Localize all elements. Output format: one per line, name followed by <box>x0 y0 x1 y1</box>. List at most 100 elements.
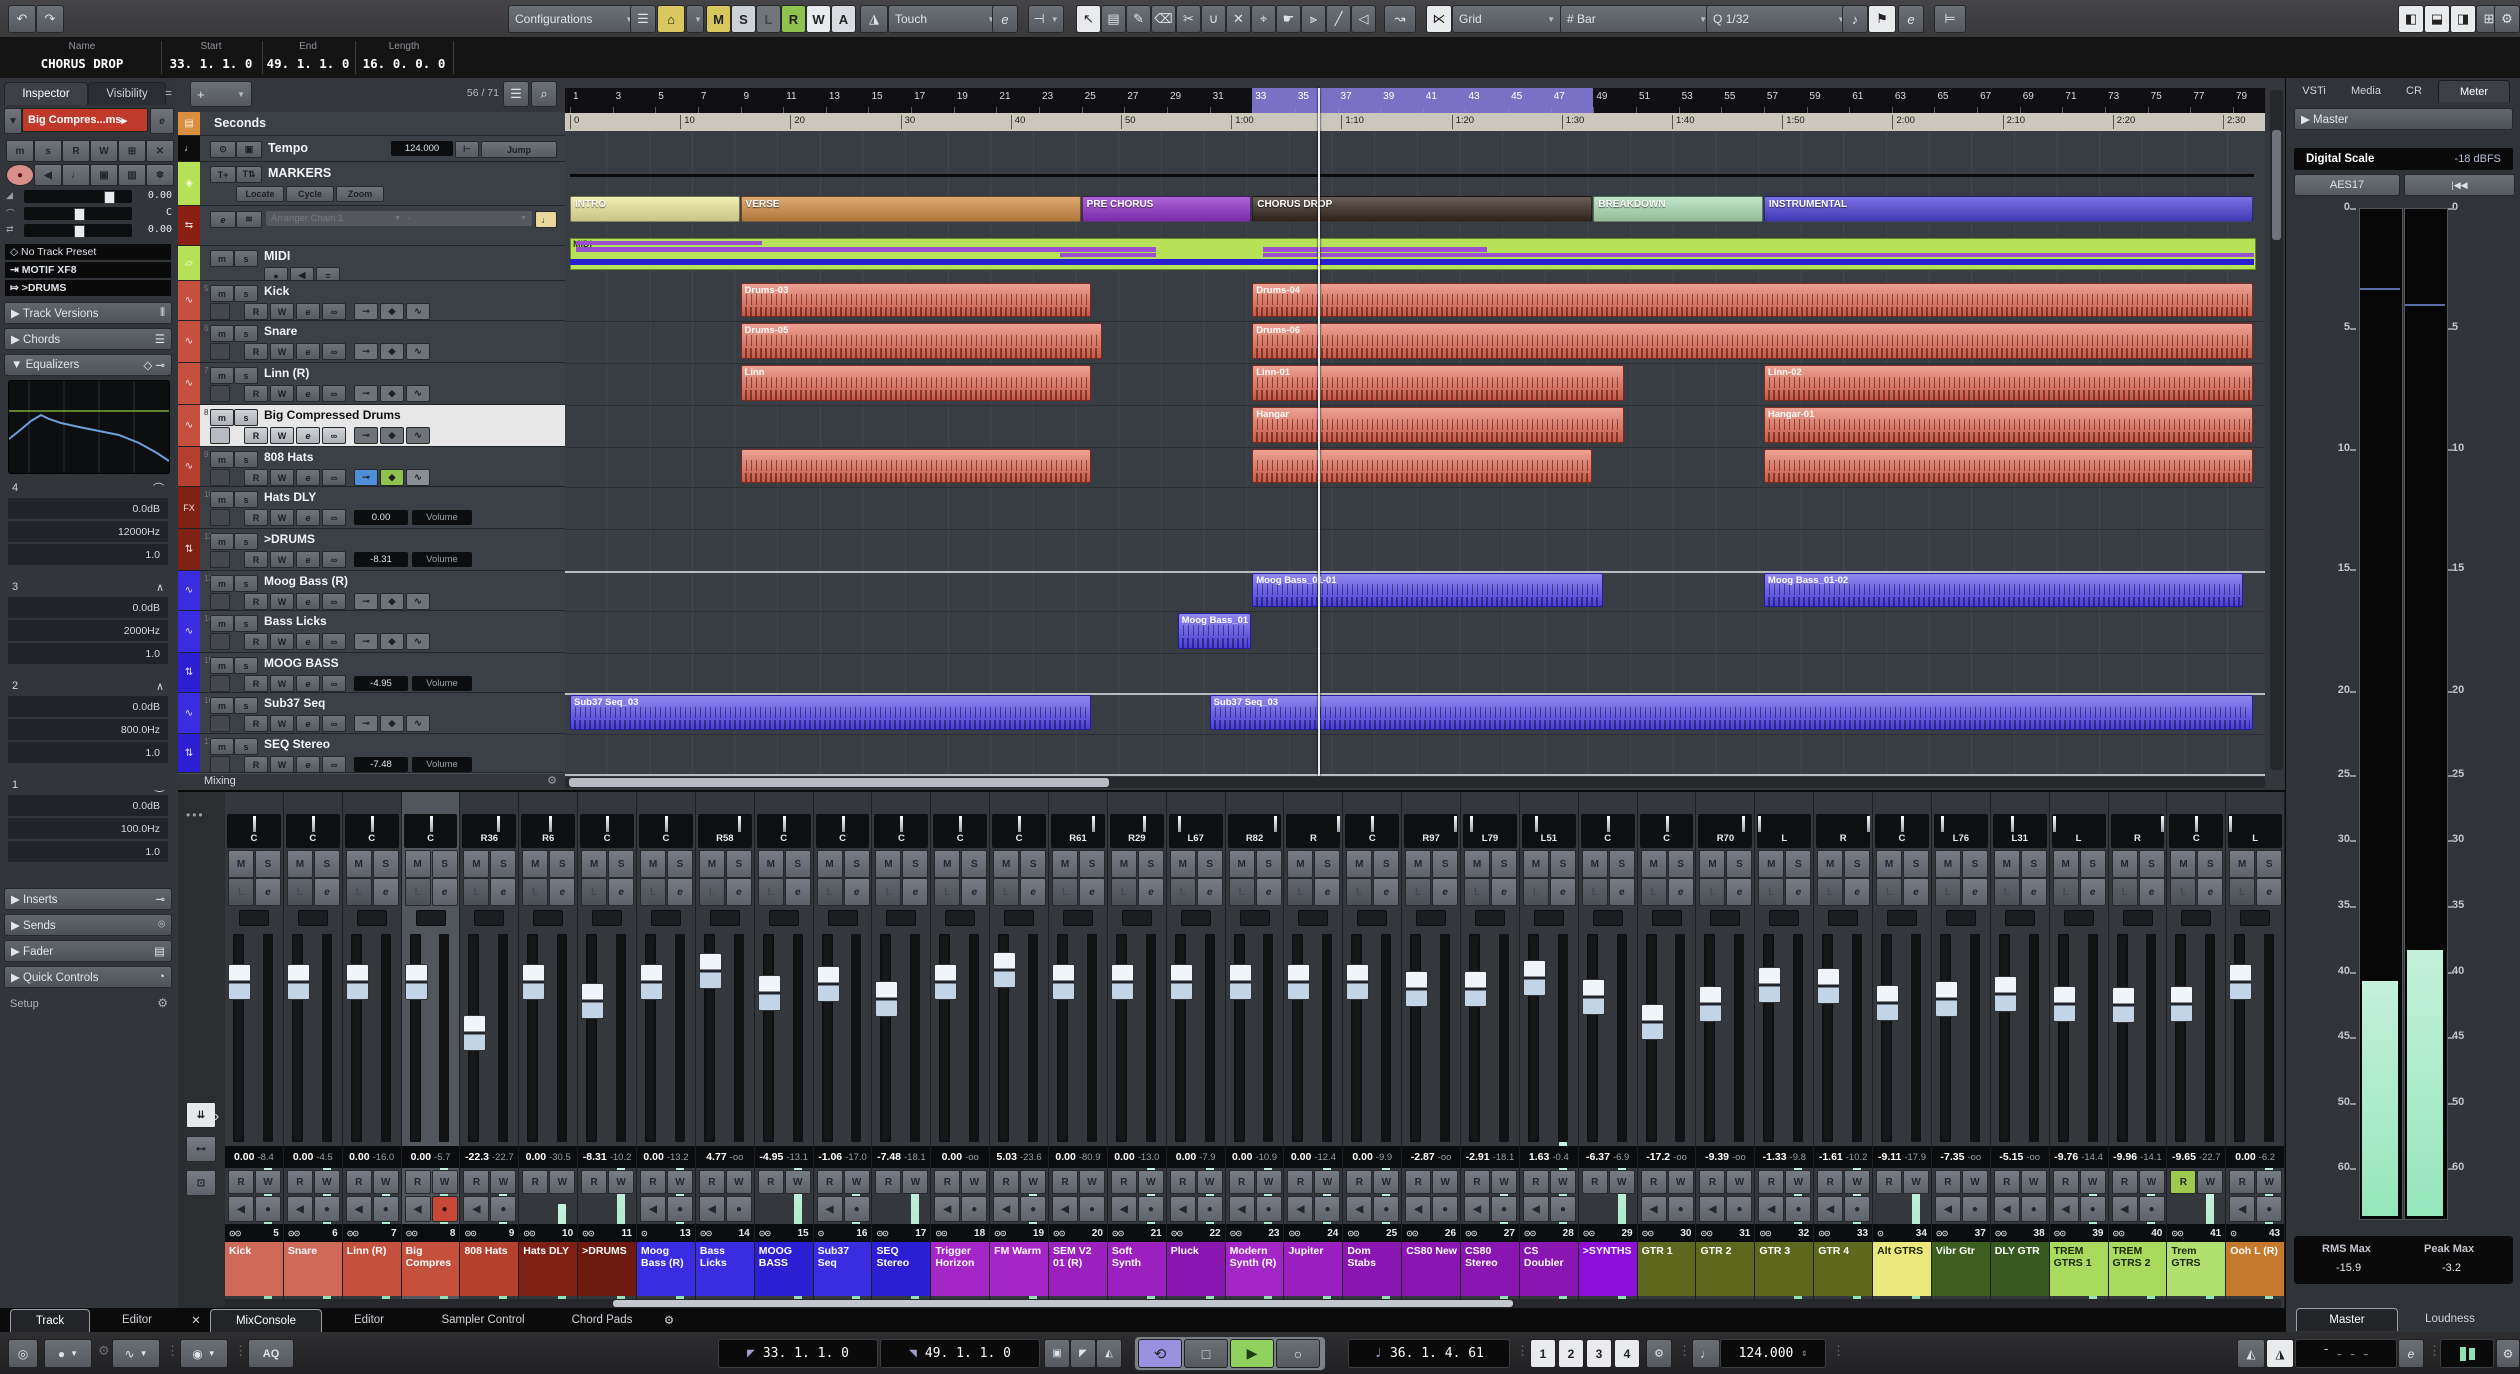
listen-button[interactable]: L <box>640 878 667 906</box>
pan-handle[interactable] <box>1178 816 1182 832</box>
arranger-musical-button[interactable]: ♩ <box>535 211 557 228</box>
mute-button[interactable]: M <box>993 850 1020 878</box>
listen-button[interactable]: L <box>1522 878 1549 906</box>
pan-control[interactable]: R58 <box>697 814 752 848</box>
mixer-channel-gtr-2[interactable]: R70 M S Le -9.39 -oo R W ◀ ● ⊙⊙ 31 GTR 2 <box>1696 792 1756 1310</box>
write-button[interactable]: W <box>2256 1170 2283 1194</box>
rack-slot[interactable] <box>1298 910 1329 926</box>
pan-control[interactable]: L <box>2051 814 2106 848</box>
solo-button[interactable]: S <box>667 850 694 878</box>
monitor-button[interactable]: ◀ <box>1817 1196 1844 1222</box>
monitor-button[interactable]: ◀ <box>34 164 62 186</box>
record-enable-button[interactable] <box>210 385 230 402</box>
eq-state-chip[interactable]: ◆ <box>380 343 404 360</box>
glue-tool-icon[interactable]: ∪ <box>1201 5 1226 33</box>
fader-handle[interactable] <box>2170 986 2194 1023</box>
draw-tool-icon[interactable]: ✎ <box>1126 5 1151 33</box>
solo-button[interactable]: s <box>234 367 258 384</box>
fader-value[interactable]: 0.00 <box>942 1151 962 1163</box>
write-button[interactable]: W <box>1726 1170 1753 1194</box>
listen-button[interactable]: L <box>757 878 784 906</box>
pan-control[interactable]: L67 <box>1168 814 1223 848</box>
mute-button[interactable]: M <box>816 850 843 878</box>
record-button[interactable]: ● <box>1137 1196 1164 1222</box>
read-button[interactable]: R <box>404 1170 431 1194</box>
write-button[interactable]: W <box>270 343 294 360</box>
fader-value[interactable]: -7.35 <box>1941 1151 1965 1163</box>
bypass-button[interactable]: ∞ <box>322 343 346 360</box>
monitor-button[interactable]: ◀ <box>1934 1196 1961 1222</box>
inserts-state-chip[interactable]: ⊸ <box>354 343 378 360</box>
mixer-channel-jupiter[interactable]: R M S Le 0.00 -12.4 R W ◀ ● ⊙⊙ 24 Jupiter <box>1284 792 1344 1310</box>
pan-handle[interactable] <box>2229 816 2233 832</box>
solo-button[interactable]: s <box>234 533 258 550</box>
fader-handle[interactable] <box>1876 984 1900 1021</box>
fader-handle[interactable] <box>934 964 958 1000</box>
pan-handle[interactable] <box>1142 816 1146 832</box>
mute-button[interactable]: M <box>581 850 608 878</box>
rack-slot[interactable] <box>1592 910 1623 926</box>
pan-handle[interactable] <box>1371 816 1375 832</box>
add-track-button[interactable]: + ▼ <box>190 81 252 107</box>
solo-button[interactable]: S <box>902 850 929 878</box>
solo-button[interactable]: s <box>34 140 62 162</box>
read-button[interactable]: R <box>244 427 268 444</box>
rack-slot[interactable] <box>2181 910 2212 926</box>
write-button[interactable]: W <box>490 1170 517 1194</box>
write-button[interactable]: W <box>270 427 294 444</box>
erase-tool-icon[interactable]: ⌫ <box>1151 5 1176 33</box>
listen-button[interactable]: L <box>2111 878 2138 906</box>
rack-slot[interactable] <box>239 910 269 926</box>
edit-button[interactable]: e <box>296 385 320 402</box>
inserts-state-chip[interactable]: ⊸ <box>354 715 378 732</box>
channel-values[interactable]: -4.95 -13.1 <box>754 1146 813 1168</box>
channel-name[interactable]: TREM GTRS 2 <box>2108 1242 2167 1296</box>
channel-name[interactable]: SEM V2 01 (R) <box>1049 1242 1107 1296</box>
tempo-curve[interactable] <box>570 174 2255 177</box>
monitor-button[interactable]: ◀ <box>1287 1196 1314 1222</box>
listen-button[interactable]: L <box>698 878 725 906</box>
write-button[interactable]: W <box>270 385 294 402</box>
pan-handle[interactable] <box>1091 816 1095 832</box>
line-tool-icon[interactable]: ╱ <box>1326 5 1351 33</box>
pan-handle[interactable] <box>2011 816 2015 832</box>
channel-values[interactable]: -8.31 -10.2 <box>578 1146 637 1168</box>
monitor-button[interactable]: ◀ <box>2229 1196 2256 1222</box>
edit-button[interactable]: e <box>667 878 694 906</box>
channel-values[interactable]: 0.00 -7.9 <box>1166 1146 1225 1168</box>
monitor-button[interactable]: ◀ <box>1699 1196 1726 1222</box>
listen-button[interactable]: L <box>404 878 431 906</box>
rack-slot[interactable] <box>886 910 917 926</box>
pan-control[interactable]: C <box>1580 814 1635 848</box>
mute-button[interactable]: M <box>1581 850 1608 878</box>
write-button[interactable]: W <box>1137 1170 1164 1194</box>
automation-panel-icon[interactable]: e <box>992 5 1018 33</box>
event-drums-06[interactable]: Drums-06 <box>1252 323 2254 359</box>
channel-values[interactable]: 0.00 -16.0 <box>342 1146 401 1168</box>
listen-button[interactable]: L <box>1640 878 1667 906</box>
listen-button[interactable]: L <box>1876 878 1903 906</box>
solo-button[interactable]: S <box>1314 850 1341 878</box>
write-button[interactable]: W <box>313 1170 340 1194</box>
write-button[interactable]: W <box>1903 1170 1930 1194</box>
arranger-mode-button[interactable]: ≋ <box>236 211 262 228</box>
monitor-button[interactable]: ◀ <box>1052 1196 1079 1222</box>
rack-slot[interactable] <box>1651 910 1682 926</box>
punch-in-icon[interactable]: ◤ <box>1070 1339 1096 1368</box>
edit-button[interactable]: e <box>296 756 320 772</box>
mixer-channel-cs-doubler[interactable]: L51 M S Le 1.63 -0.4 R W ◀ ● ⊙⊙ 28 CS Doubler <box>1519 792 1579 1310</box>
channel-name[interactable]: GTR 1 <box>1637 1242 1696 1296</box>
edit-channel-icon[interactable]: e <box>150 108 174 134</box>
channel-values[interactable]: -1.06 -17.0 <box>813 1146 872 1168</box>
fader-value[interactable]: 0.00 <box>1232 1151 1252 1163</box>
listen-button[interactable]: L <box>1464 878 1491 906</box>
solo-button[interactable]: s <box>234 250 258 267</box>
volume-value[interactable]: 0.00 <box>148 190 172 201</box>
pan-handle[interactable] <box>782 816 786 832</box>
mute-button[interactable]: m <box>210 250 234 267</box>
record-button[interactable]: ● <box>1961 1196 1988 1222</box>
listen-button[interactable]: L <box>1346 878 1373 906</box>
monitor-button[interactable]: ◀ <box>2052 1196 2079 1222</box>
edit-button[interactable]: e <box>549 878 576 906</box>
read-button[interactable]: R <box>640 1170 667 1194</box>
